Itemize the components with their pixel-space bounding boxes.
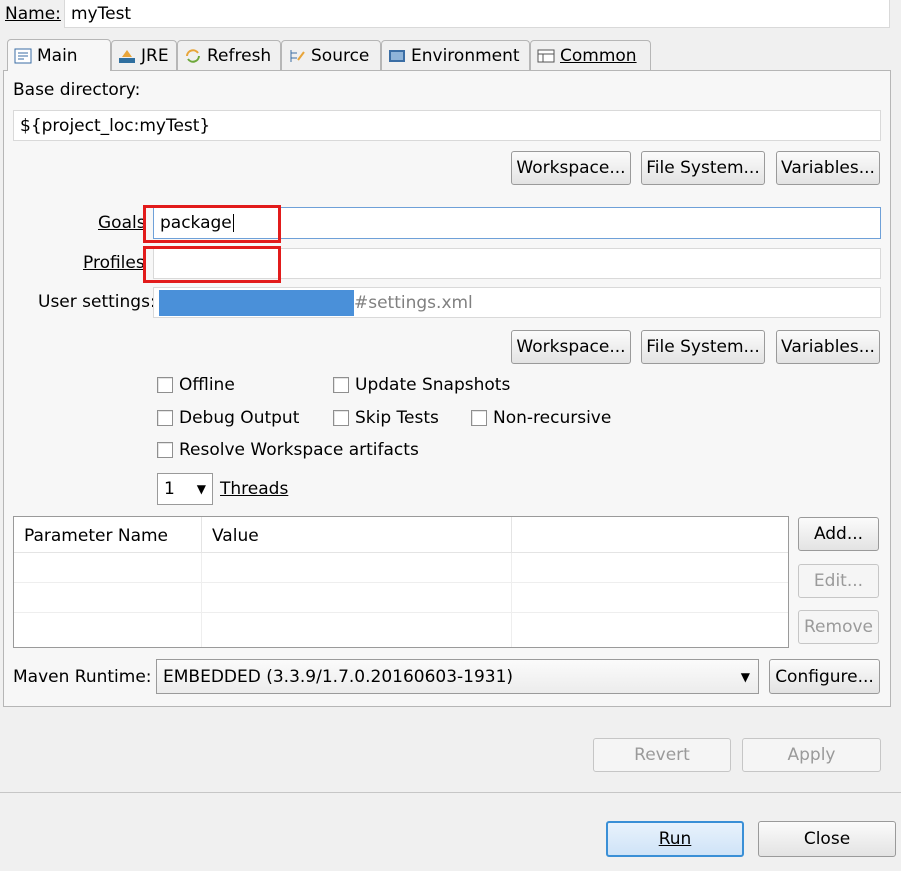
profiles-label: Profiles	[83, 253, 145, 273]
column-header-empty	[512, 517, 788, 552]
tab-common[interactable]: Common	[530, 40, 651, 70]
non-recursive-label: Non-recursive	[493, 408, 612, 428]
offline-label: Offline	[179, 375, 235, 395]
edit-parameter-button[interactable]: Edit...	[798, 564, 879, 598]
footer-divider	[0, 792, 901, 793]
goals-highlight-box	[143, 205, 281, 243]
update-snapshots-label: Update Snapshots	[355, 375, 511, 395]
settings-workspace-button[interactable]: Workspace...	[511, 330, 631, 364]
column-header-parameter-name[interactable]: Parameter Name	[14, 517, 202, 552]
threads-label: Threads	[220, 479, 289, 499]
base-variables-button[interactable]: Variables...	[776, 151, 880, 185]
revert-button[interactable]: Revert	[593, 738, 731, 772]
name-label: Name:	[5, 4, 61, 24]
tab-environment[interactable]: Environment	[381, 40, 530, 70]
tab-environment-label: Environment	[411, 45, 520, 66]
base-directory-value: ${project_loc:myTest}	[20, 115, 211, 136]
name-field[interactable]: myTest	[64, 0, 890, 28]
tab-jre-label: JRE	[141, 45, 169, 66]
column-header-value[interactable]: Value	[202, 517, 512, 552]
threads-select[interactable]: 1 ▼	[157, 473, 213, 505]
tab-source[interactable]: Source	[281, 40, 381, 70]
tab-main[interactable]: Main	[7, 39, 111, 71]
skip-tests-label: Skip Tests	[355, 408, 439, 428]
resolve-workspace-checkbox-box[interactable]	[157, 442, 173, 458]
table-row	[14, 583, 788, 613]
settings-file-system-button[interactable]: File System...	[641, 330, 765, 364]
table-header: Parameter Name Value	[14, 517, 788, 553]
environment-icon	[389, 49, 405, 62]
resolve-workspace-label: Resolve Workspace artifacts	[179, 440, 419, 460]
non-recursive-checkbox-box[interactable]	[471, 410, 487, 426]
goals-label: Goals	[98, 213, 146, 233]
tab-refresh-label: Refresh	[207, 45, 272, 66]
non-recursive-checkbox[interactable]: Non-recursive	[471, 408, 611, 428]
main-tab-icon	[14, 48, 32, 63]
chevron-down-icon: ▼	[196, 482, 206, 496]
base-workspace-button[interactable]: Workspace...	[511, 151, 631, 185]
offline-checkbox-box[interactable]	[157, 377, 173, 393]
user-settings-value: #settings.xml	[354, 292, 473, 313]
name-value: myTest	[71, 3, 132, 24]
parameters-table[interactable]: Parameter Name Value	[13, 516, 789, 648]
run-button[interactable]: Run	[606, 821, 744, 857]
debug-output-checkbox-box[interactable]	[157, 410, 173, 426]
chevron-down-icon: ▼	[740, 669, 750, 684]
apply-button[interactable]: Apply	[742, 738, 881, 772]
remove-parameter-button[interactable]: Remove	[798, 610, 879, 644]
debug-output-label: Debug Output	[179, 408, 300, 428]
configure-button[interactable]: Configure...	[769, 659, 880, 694]
add-parameter-button[interactable]: Add...	[798, 517, 879, 551]
maven-runtime-label: Maven Runtime:	[13, 667, 152, 687]
skip-tests-checkbox-box[interactable]	[333, 410, 349, 426]
close-button[interactable]: Close	[758, 821, 896, 857]
tab-common-label: Common	[560, 45, 637, 66]
user-settings-field[interactable]: #settings.xml	[153, 287, 881, 318]
debug-output-checkbox[interactable]: Debug Output	[157, 408, 299, 428]
tab-source-label: Source	[311, 45, 370, 66]
name-row: Name: myTest	[0, 0, 901, 32]
settings-variables-button[interactable]: Variables...	[776, 330, 880, 364]
maven-runtime-select[interactable]: EMBEDDED (3.3.9/1.7.0.20160603-1931) ▼	[156, 659, 759, 694]
redacted-path	[159, 289, 354, 316]
threads-value: 1	[164, 479, 175, 499]
refresh-icon	[186, 48, 200, 63]
update-snapshots-checkbox-box[interactable]	[333, 377, 349, 393]
user-settings-label: User settings:	[38, 292, 156, 312]
base-file-system-button[interactable]: File System...	[641, 151, 765, 185]
tab-jre[interactable]: JRE	[111, 40, 177, 70]
table-row	[14, 613, 788, 647]
maven-runtime-value: EMBEDDED (3.3.9/1.7.0.20160603-1931)	[163, 666, 514, 687]
offline-checkbox[interactable]: Offline	[157, 375, 235, 395]
base-directory-label: Base directory:	[13, 80, 141, 100]
base-directory-field[interactable]: ${project_loc:myTest}	[13, 110, 881, 141]
tab-refresh[interactable]: Refresh	[177, 40, 281, 70]
tab-main-label: Main	[37, 45, 78, 66]
jre-icon	[119, 49, 135, 63]
update-snapshots-checkbox[interactable]: Update Snapshots	[333, 375, 510, 395]
common-icon	[537, 49, 555, 62]
skip-tests-checkbox[interactable]: Skip Tests	[333, 408, 439, 428]
table-row	[14, 553, 788, 583]
source-icon	[290, 49, 305, 62]
resolve-workspace-checkbox[interactable]: Resolve Workspace artifacts	[157, 440, 419, 460]
profiles-highlight-box	[143, 246, 281, 283]
